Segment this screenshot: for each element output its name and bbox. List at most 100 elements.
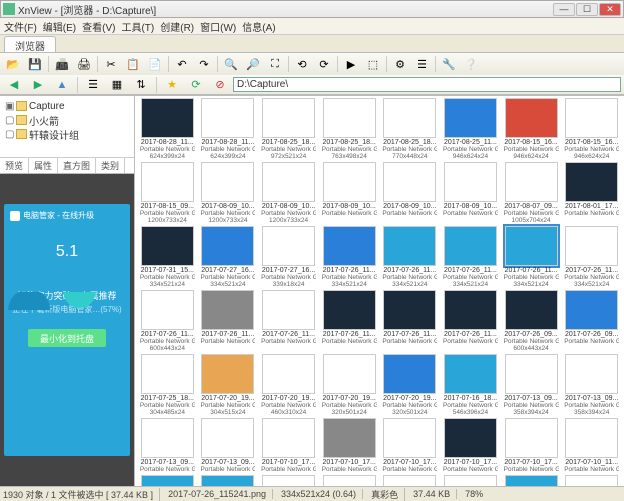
thumbnail-item[interactable]: 2017-07-10_17... Portable Network Gr... [441, 418, 500, 473]
up-icon[interactable]: ▲ [52, 76, 72, 94]
thumbnail-item[interactable]: 2017-08-07_09... Portable Network Gr... … [502, 162, 561, 224]
thumbnail-item[interactable]: 2017-07-26_11... Portable Network Gr... [441, 290, 500, 352]
view-list-icon[interactable]: ☰ [83, 76, 103, 94]
thumbnail-item[interactable]: 2017-07-20_19... Portable Network Gr... … [381, 354, 440, 416]
copy-icon[interactable]: 📋 [123, 55, 143, 73]
thumbnail-item[interactable]: 2017-08-01_17... Portable Network Gr... [562, 162, 621, 224]
thumbnail-item[interactable]: 2017-07-20_19... Portable Network Gr... … [320, 354, 379, 416]
slideshow-icon[interactable]: ▶ [341, 55, 361, 73]
thumbnail-item[interactable]: 2017-08-15_16... Portable Network Gr... … [502, 98, 561, 160]
thumbnail-item[interactable]: 2017-07-26_11... Portable Network Gr... [320, 290, 379, 352]
thumbnail-item[interactable]: 2017-07-31_15... Portable Network Gr... … [138, 226, 197, 288]
thumbnail-item[interactable]: 2017-08-09_10... Portable Network Gr... [441, 162, 500, 224]
thumbnail-item[interactable]: 2017-07-13_09... Portable Network Gr... [199, 418, 258, 473]
view-thumb-icon[interactable]: ▦ [107, 76, 127, 94]
tree-item[interactable]: ▣Capture [3, 99, 131, 113]
thumbnail-item[interactable]: 2017-07-26_11... Portable Network Gr... … [381, 226, 440, 288]
thumbnail-item[interactable]: 2017-07-20_19... Portable Network Gr... … [259, 354, 318, 416]
thumbnail-item[interactable]: 2017-07-13_09... Portable Network Gr... [138, 418, 197, 473]
thumbnail-item[interactable]: 2017-07-20_19... Portable Network Gr... … [199, 354, 258, 416]
thumbnail-item[interactable]: 2017-07-26_11... Portable Network Gr... … [441, 226, 500, 288]
refresh-icon[interactable]: ⟳ [186, 76, 206, 94]
tab-categories[interactable]: 类别 [96, 158, 125, 173]
thumbnail-item[interactable]: 2017-07-10_17... Portable Network Gr... [381, 418, 440, 473]
tree-item[interactable]: ▢轩辕设计组 [3, 127, 131, 141]
thumbnail-item[interactable]: 2017-08-28_11... Portable Network Gr... … [199, 98, 258, 160]
forward-icon[interactable]: ▶ [28, 76, 48, 94]
thumbnail-item[interactable]: 2017-08-25_11... Portable Network Gr... … [441, 98, 500, 160]
tree-item[interactable]: ▢小火箭 [3, 113, 131, 127]
thumbnail-item[interactable]: 2017-07-... Portable Network Gr... [441, 475, 500, 486]
sort-icon[interactable]: ⇅ [131, 76, 151, 94]
thumbnail-item[interactable]: 2017-08-09_10... Portable Network Gr... … [199, 162, 258, 224]
undo-icon[interactable]: ↶ [172, 55, 192, 73]
thumbnail-item[interactable]: 2017-07-16_18... Portable Network Gr... … [441, 354, 500, 416]
thumbnail-item[interactable]: 2017-07-... Portable Network Gr... [562, 475, 621, 486]
paste-icon[interactable]: 📄 [145, 55, 165, 73]
stop-icon[interactable]: ⊘ [210, 76, 230, 94]
maximize-button[interactable]: ☐ [576, 3, 598, 16]
folder-tree[interactable]: ▣Capture ▢小火箭 ▢轩辕设计组 [0, 96, 134, 158]
thumbnail-item[interactable]: 2017-07-26_11... Portable Network Gr... … [138, 290, 197, 352]
thumbnail-item[interactable]: 2017-07-26_11... Portable Network Gr... [259, 290, 318, 352]
fav-icon[interactable]: ★ [162, 76, 182, 94]
thumbnail-item[interactable]: 2017-07-10_17... Portable Network Gr... [320, 418, 379, 473]
thumbnail-grid[interactable]: 2017-08-28_11... Portable Network Gr... … [135, 96, 624, 486]
thumbnail-item[interactable]: 2017-07-... Portable Network Gr... [320, 475, 379, 486]
address-input[interactable]: D:\Capture\ [233, 77, 621, 92]
thumbnail-item[interactable]: 2017-08-15_09... Portable Network Gr... … [138, 162, 197, 224]
tab-preview[interactable]: 预览 [0, 158, 29, 173]
save-icon[interactable]: 💾 [25, 55, 45, 73]
thumbnail-item[interactable]: 2017-07-27_16... Portable Network Gr... … [259, 226, 318, 288]
menu-view[interactable]: 查看(V) [82, 19, 115, 34]
menu-create[interactable]: 创建(R) [160, 19, 194, 34]
thumbnail-item[interactable]: 2017-08-25_18... Portable Network Gr... … [320, 98, 379, 160]
thumbnail-item[interactable]: 2017-07-10_11... Portable Network Gr... [562, 418, 621, 473]
thumbnail-item[interactable]: 2017-07-... Portable Network Gr... [199, 475, 258, 486]
close-button[interactable]: ✕ [599, 3, 621, 16]
thumbnail-item[interactable]: 2017-07-13_09... Portable Network Gr... … [502, 354, 561, 416]
fullscreen-icon[interactable]: ⬚ [363, 55, 383, 73]
menu-edit[interactable]: 编辑(E) [43, 19, 76, 34]
thumbnail-item[interactable]: 2017-07-... Portable Network Gr... [259, 475, 318, 486]
scan-icon[interactable]: 📠 [52, 55, 72, 73]
thumbnail-item[interactable]: 2017-07-... Portable Network Gr... [381, 475, 440, 486]
redo-icon[interactable]: ↷ [194, 55, 214, 73]
thumbnail-item[interactable]: 2017-07-26_11... Portable Network Gr... … [320, 226, 379, 288]
cut-icon[interactable]: ✂ [101, 55, 121, 73]
menu-tools[interactable]: 工具(T) [121, 19, 154, 34]
convert-icon[interactable]: ⚙ [390, 55, 410, 73]
thumbnail-item[interactable]: 2017-08-09_10... Portable Network Gr... [320, 162, 379, 224]
thumbnail-item[interactable]: 2017-07-26_11... Portable Network Gr... [381, 290, 440, 352]
batch-icon[interactable]: ☰ [412, 55, 432, 73]
menu-file[interactable]: 文件(F) [4, 19, 37, 34]
zoom-out-icon[interactable]: 🔎 [243, 55, 263, 73]
zoom-in-icon[interactable]: 🔍 [221, 55, 241, 73]
thumbnail-item[interactable]: 2017-07-10_17... Portable Network Gr... [502, 418, 561, 473]
tab-browser[interactable]: 浏览器 [4, 36, 56, 52]
thumbnail-item[interactable]: 2017-07-... Portable Network Gr... [502, 475, 561, 486]
rotate-left-icon[interactable]: ⟲ [292, 55, 312, 73]
thumbnail-item[interactable]: 2017-08-15_16... Portable Network Gr... … [562, 98, 621, 160]
rotate-right-icon[interactable]: ⟳ [314, 55, 334, 73]
thumbnail-item[interactable]: 2017-07-10_17... Portable Network Gr... [259, 418, 318, 473]
print-icon[interactable]: 🖨 [74, 55, 94, 73]
thumbnail-item[interactable]: 2017-08-09_10... Portable Network Gr... [381, 162, 440, 224]
tab-histogram[interactable]: 直方图 [58, 158, 96, 173]
settings-icon[interactable]: 🔧 [439, 55, 459, 73]
thumbnail-item[interactable]: 2017-07-26_11... Portable Network Gr... … [502, 226, 561, 288]
thumbnail-item[interactable]: 2017-07-26_11... Portable Network Gr... … [562, 226, 621, 288]
thumbnail-item[interactable]: 2017-07-27_16... Portable Network Gr... … [199, 226, 258, 288]
thumbnail-item[interactable]: 2017-07-26_09... Portable Network Gr... [562, 290, 621, 352]
minimize-button[interactable]: — [553, 3, 575, 16]
help-icon[interactable]: ❔ [461, 55, 481, 73]
back-icon[interactable]: ◀ [4, 76, 24, 94]
thumbnail-item[interactable]: 2017-07-... Portable Network Gr... [138, 475, 197, 486]
thumbnail-item[interactable]: 2017-08-25_18... Portable Network Gr... … [259, 98, 318, 160]
thumbnail-item[interactable]: 2017-07-26_11... Portable Network Gr... [199, 290, 258, 352]
menu-info[interactable]: 信息(A) [242, 19, 275, 34]
open-icon[interactable]: 📂 [3, 55, 23, 73]
menu-window[interactable]: 窗口(W) [200, 19, 236, 34]
thumbnail-item[interactable]: 2017-08-09_10... Portable Network Gr... … [259, 162, 318, 224]
thumbnail-item[interactable]: 2017-08-25_18... Portable Network Gr... … [381, 98, 440, 160]
